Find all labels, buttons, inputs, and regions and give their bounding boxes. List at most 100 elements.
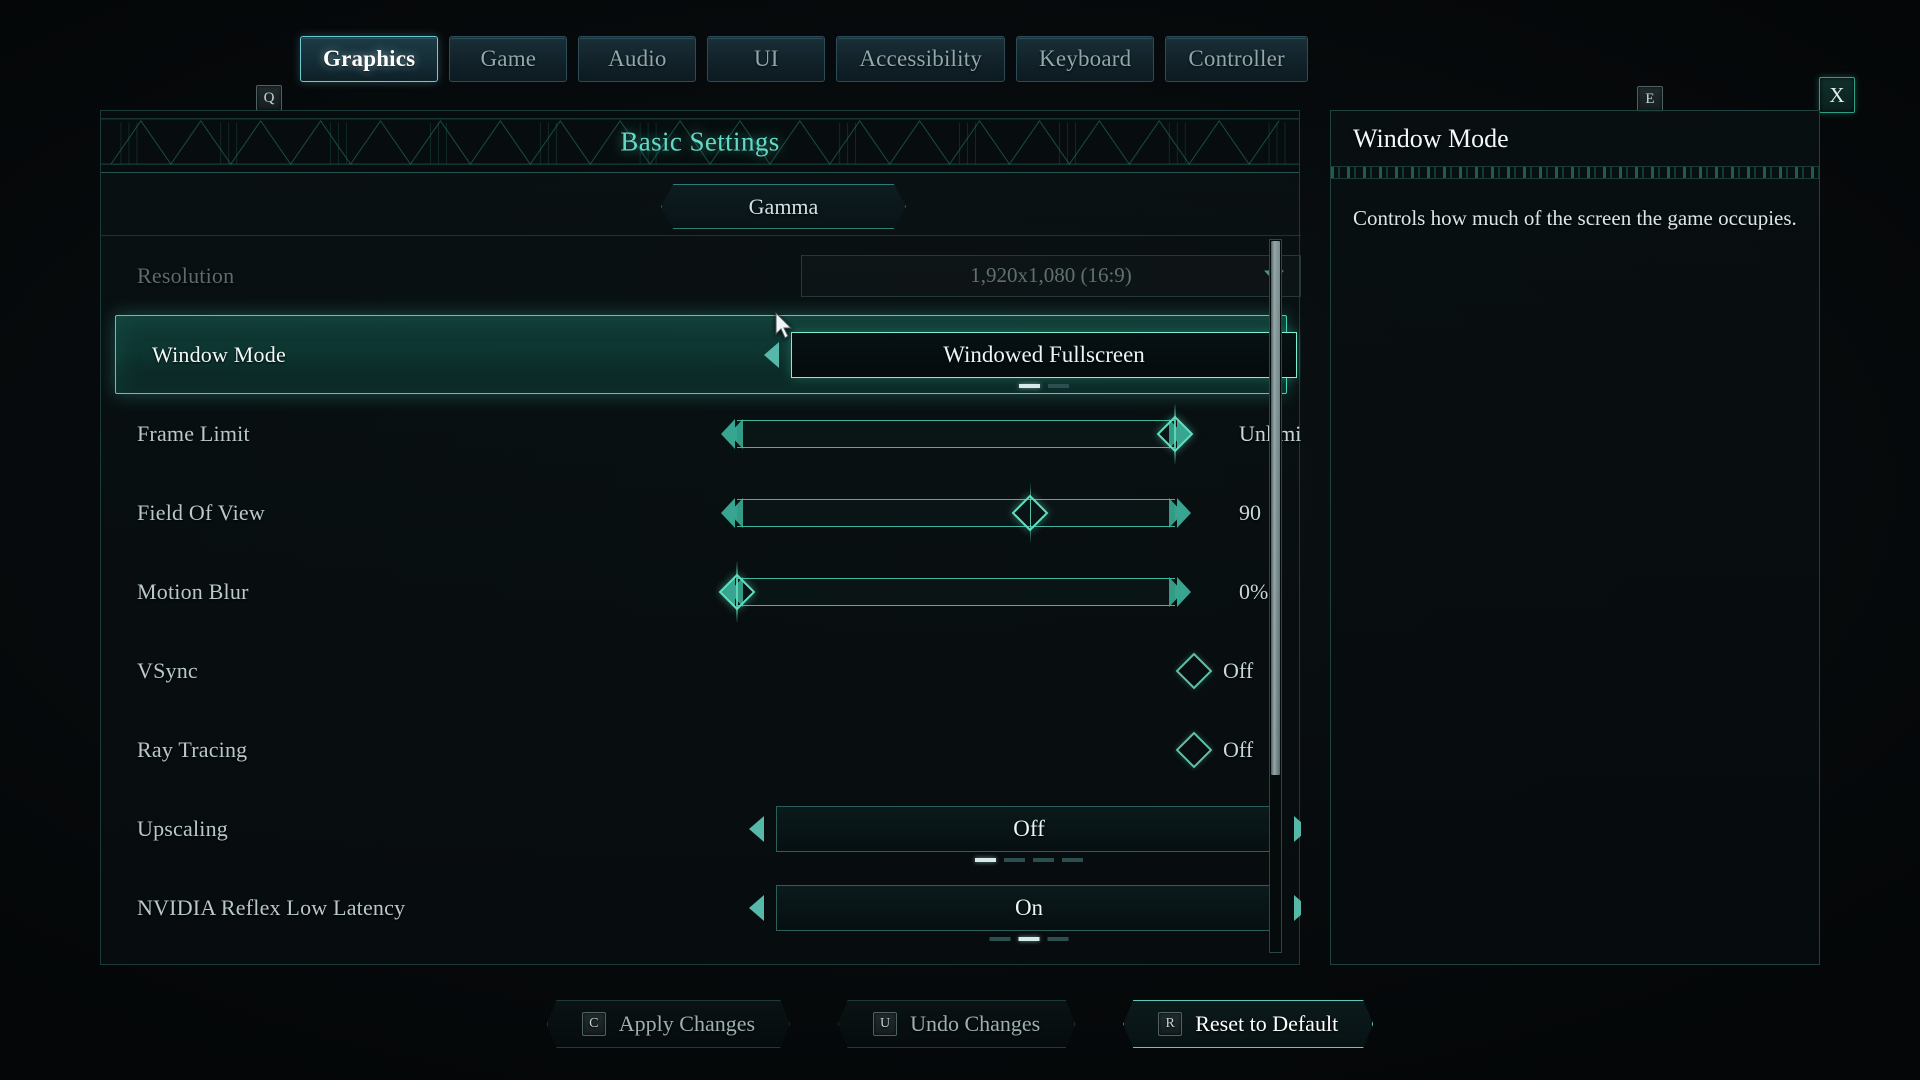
info-panel: Window Mode Controls how much of the scr… bbox=[1330, 110, 1820, 965]
slider-handle[interactable] bbox=[1012, 481, 1049, 544]
slider-field-of-view[interactable] bbox=[721, 481, 1191, 544]
dropdown-resolution[interactable]: 1,920x1,080 (16:9) bbox=[801, 254, 1301, 297]
close-key[interactable]: X bbox=[1819, 77, 1855, 113]
tab-label: Controller bbox=[1188, 46, 1285, 71]
tab-keyboard[interactable]: Keyboard bbox=[1016, 36, 1155, 82]
chevron-left-icon[interactable] bbox=[749, 894, 764, 921]
setting-label: Frame Limit bbox=[137, 420, 250, 446]
page-dot bbox=[989, 936, 1011, 941]
shortcut-key: U bbox=[873, 1012, 898, 1036]
prev-tab-key[interactable]: Q bbox=[256, 85, 282, 111]
spinner-page-indicator bbox=[975, 857, 1083, 862]
spinner-upscaling: Off bbox=[749, 805, 1301, 862]
scrollbar-thumb[interactable] bbox=[1271, 241, 1280, 775]
slider-increase-icon[interactable] bbox=[1169, 497, 1191, 528]
settings-list: Resolution 1,920x1,080 (16:9) Window Mode W… bbox=[101, 235, 1301, 965]
gamma-row: Gamma bbox=[101, 173, 1301, 235]
gamma-button[interactable]: Gamma bbox=[661, 184, 906, 229]
reset-to-default-button[interactable]: R Reset to Default bbox=[1123, 1000, 1374, 1048]
spinner-value-box[interactable]: Windowed Fullscreen bbox=[791, 331, 1297, 388]
spinner-value-box[interactable]: Off bbox=[776, 805, 1282, 862]
chevron-right-icon[interactable] bbox=[1294, 894, 1301, 921]
tab-ui[interactable]: UI bbox=[707, 36, 826, 82]
tab-accessibility[interactable]: Accessibility bbox=[836, 36, 1006, 82]
page-dot bbox=[1062, 857, 1083, 862]
tab-label: UI bbox=[754, 46, 779, 71]
spinner-window-mode: Windowed Fullscreen bbox=[764, 331, 1301, 388]
footer-actions: C Apply Changes U Undo Changes R Reset to Def… bbox=[0, 1000, 1920, 1048]
checkbox-vsync[interactable]: Off bbox=[1175, 652, 1253, 689]
slider-handle[interactable] bbox=[718, 560, 756, 623]
setting-label: NVIDIA Reflex Low Latency bbox=[137, 894, 406, 920]
diamond-checkbox-icon[interactable] bbox=[1175, 731, 1213, 768]
slider-frame-limit[interactable] bbox=[721, 402, 1194, 465]
slider-handle[interactable] bbox=[1156, 402, 1194, 465]
settings-panel: Basic Settings Gamma Resolution 1,920x1,0… bbox=[100, 110, 1301, 965]
page-dot bbox=[975, 857, 996, 862]
spinner-value-box[interactable]: On bbox=[776, 884, 1282, 941]
spinner-value: On bbox=[1014, 894, 1044, 920]
button-label: Undo Changes bbox=[910, 1011, 1041, 1036]
page-dot bbox=[1004, 857, 1025, 862]
setting-label: Ray Tracing bbox=[137, 736, 248, 762]
slider-track[interactable] bbox=[737, 481, 1175, 544]
button-label: Apply Changes bbox=[618, 1011, 756, 1036]
setting-label: Motion Blur bbox=[137, 578, 249, 604]
slider-value: 90 bbox=[1239, 499, 1261, 525]
slider-motion-blur[interactable] bbox=[718, 560, 1191, 623]
tab-game[interactable]: Game bbox=[449, 36, 568, 82]
shortcut-key: C bbox=[581, 1012, 606, 1036]
spinner-nvidia-reflex-low-latency: On bbox=[749, 884, 1301, 941]
tab-controller[interactable]: Controller bbox=[1165, 36, 1308, 82]
tab-audio[interactable]: Audio bbox=[578, 36, 697, 82]
setting-label: Field Of View bbox=[137, 499, 265, 525]
tab-list: Graphics Game Audio UI Accessibility Keyboard… bbox=[300, 36, 1308, 82]
settings-screen: Q Graphics Game Audio UI Accessibility Keyboa… bbox=[0, 0, 1920, 1080]
slider-track[interactable] bbox=[718, 560, 1175, 623]
section-header: Basic Settings bbox=[101, 111, 1299, 173]
info-separator bbox=[1331, 166, 1819, 179]
slider-increase-icon[interactable] bbox=[1169, 576, 1191, 607]
info-title: Window Mode bbox=[1353, 123, 1509, 153]
apply-changes-button[interactable]: C Apply Changes bbox=[546, 1000, 791, 1048]
section-title: Basic Settings bbox=[620, 126, 780, 156]
page-dot bbox=[1048, 383, 1069, 388]
spinner-page-indicator bbox=[1019, 383, 1069, 388]
checkbox-value: Off bbox=[1223, 736, 1254, 762]
dropdown-value: 1,920x1,080 (16:9) bbox=[970, 263, 1132, 287]
tab-label: Game bbox=[480, 46, 537, 71]
setting-row-ray-tracing[interactable]: Ray Tracing Off bbox=[101, 710, 1301, 789]
shortcut-key: R bbox=[1158, 1012, 1183, 1036]
setting-row-resolution[interactable]: Resolution 1,920x1,080 (16:9) bbox=[101, 236, 1301, 315]
undo-changes-button[interactable]: U Undo Changes bbox=[838, 1000, 1076, 1048]
setting-row-field-of-view[interactable]: Field Of View 90 bbox=[101, 473, 1301, 552]
next-tab-key[interactable]: E bbox=[1637, 86, 1663, 112]
diamond-checkbox-icon[interactable] bbox=[1175, 652, 1213, 689]
spinner-value: Windowed Fullscreen bbox=[943, 341, 1145, 367]
setting-row-upscaling[interactable]: Upscaling Off bbox=[101, 789, 1301, 868]
setting-row-frame-limit[interactable]: Frame LimitUnlimited bbox=[101, 394, 1301, 473]
slider-value: 0% bbox=[1239, 578, 1269, 604]
spinner-page-indicator bbox=[989, 936, 1069, 941]
tab-graphics[interactable]: Graphics bbox=[300, 36, 439, 82]
chevron-left-icon[interactable] bbox=[749, 815, 764, 842]
slider-track[interactable] bbox=[737, 402, 1194, 465]
tab-label: Graphics bbox=[323, 46, 416, 71]
setting-row-window-mode[interactable]: Window Mode Windowed Fullscreen bbox=[115, 315, 1297, 394]
setting-label: Resolution bbox=[137, 262, 235, 288]
setting-label: Window Mode bbox=[152, 341, 286, 367]
chevron-left-icon[interactable] bbox=[764, 341, 779, 368]
slider-decrease-icon[interactable] bbox=[721, 497, 743, 528]
chevron-right-icon[interactable] bbox=[1294, 815, 1301, 842]
settings-scrollbar[interactable] bbox=[1269, 239, 1282, 953]
slider-decrease-icon[interactable] bbox=[721, 418, 743, 449]
setting-row-nvidia-reflex-low-latency[interactable]: NVIDIA Reflex Low Latency On bbox=[101, 868, 1301, 947]
tab-label: Keyboard bbox=[1039, 46, 1132, 71]
info-description: Controls how much of the screen the game… bbox=[1353, 206, 1797, 230]
setting-row-vsync[interactable]: VSync Off bbox=[101, 631, 1301, 710]
tab-label: Accessibility bbox=[859, 46, 983, 71]
button-label: Reset to Default bbox=[1195, 1011, 1339, 1036]
checkbox-ray-tracing[interactable]: Off bbox=[1175, 731, 1254, 768]
setting-row-motion-blur[interactable]: Motion Blur 0% bbox=[101, 552, 1301, 631]
tab-label: Audio bbox=[608, 46, 667, 71]
